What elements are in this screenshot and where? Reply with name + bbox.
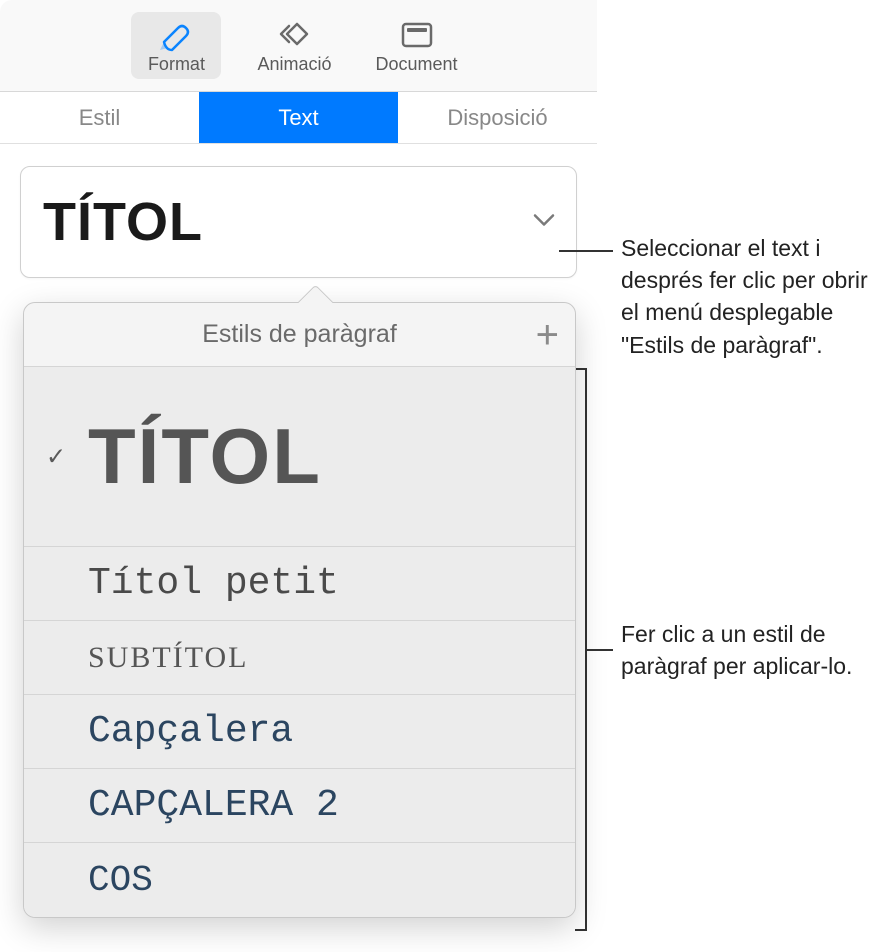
callout-line xyxy=(587,649,613,651)
callout-dropdown: Seleccionar el text i després fer clic p… xyxy=(621,232,889,361)
toolbar-document-label: Document xyxy=(375,54,457,75)
toolbar-format[interactable]: Format xyxy=(131,12,221,79)
paragraph-styles-popover: Estils de paràgraf + ✓ TÍTOL Títol petit… xyxy=(23,302,576,918)
tab-layout[interactable]: Disposició xyxy=(398,92,597,143)
toolbar-animation-label: Animació xyxy=(257,54,331,75)
add-style-button[interactable]: + xyxy=(536,315,559,355)
tab-style[interactable]: Estil xyxy=(0,92,199,143)
style-label: SUBTÍTOL xyxy=(88,641,248,675)
checkmark-icon: ✓ xyxy=(46,442,66,471)
document-icon xyxy=(394,16,440,52)
style-row-capcalera2[interactable]: CAPÇALERA 2 xyxy=(24,769,575,843)
style-label: CAPÇALERA 2 xyxy=(88,784,339,827)
style-row-titol-petit[interactable]: Títol petit xyxy=(24,547,575,621)
style-label: Títol petit xyxy=(88,562,339,605)
inspector-panel: Format Animació Document xyxy=(0,0,597,952)
style-label: Capçalera xyxy=(88,710,293,753)
paragraph-style-selector[interactable]: TÍTOL xyxy=(20,166,577,278)
style-list: ✓ TÍTOL Títol petit SUBTÍTOL Capçalera C… xyxy=(24,367,575,917)
current-style-label: TÍTOL xyxy=(43,191,203,253)
toolbar: Format Animació Document xyxy=(0,0,597,92)
callout-text: Seleccionar el text i després fer clic p… xyxy=(621,235,868,358)
popover-title: Estils de paràgraf xyxy=(202,320,397,349)
tab-text[interactable]: Text xyxy=(199,92,398,143)
style-label: TÍTOL xyxy=(88,411,322,502)
callout-line xyxy=(559,250,613,252)
toolbar-animation[interactable]: Animació xyxy=(249,12,339,79)
toolbar-format-label: Format xyxy=(148,54,205,75)
callout-apply: Fer clic a un estil de paràgraf per apli… xyxy=(621,618,883,682)
diamond-icon xyxy=(271,16,317,52)
style-row-titol[interactable]: ✓ TÍTOL xyxy=(24,367,575,547)
style-label: COS xyxy=(88,860,153,901)
tab-bar: Estil Text Disposició xyxy=(0,92,597,144)
chevron-down-icon xyxy=(532,212,556,233)
style-row-cos[interactable]: COS xyxy=(24,843,575,917)
paintbrush-icon xyxy=(153,16,199,52)
style-row-capcalera[interactable]: Capçalera xyxy=(24,695,575,769)
callout-text: Fer clic a un estil de paràgraf per apli… xyxy=(621,621,852,679)
toolbar-document[interactable]: Document xyxy=(367,12,465,79)
callout-area: Seleccionar el text i després fer clic p… xyxy=(597,0,896,952)
style-row-subtitol[interactable]: SUBTÍTOL xyxy=(24,621,575,695)
popover-header: Estils de paràgraf + xyxy=(24,303,575,367)
